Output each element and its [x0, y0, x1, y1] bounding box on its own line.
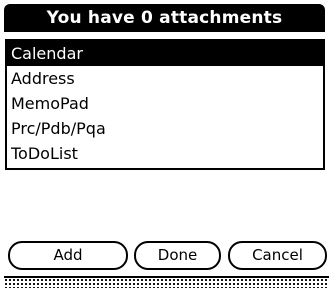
- list-item-address[interactable]: Address: [7, 66, 323, 91]
- list-item-prc-pdb-pqa[interactable]: Prc/Pdb/Pqa: [7, 116, 323, 141]
- cancel-button[interactable]: Cancel: [228, 241, 327, 270]
- add-button[interactable]: Add: [8, 241, 128, 270]
- attachment-app-list[interactable]: Calendar Address MemoPad Prc/Pdb/Pqa ToD…: [5, 39, 325, 170]
- done-button[interactable]: Done: [134, 241, 221, 270]
- button-row: Add Done Cancel: [4, 241, 329, 270]
- bottom-dotted-border: [4, 276, 329, 288]
- list-item-memopad[interactable]: MemoPad: [7, 91, 323, 116]
- dialog-title: You have 0 attachments: [4, 4, 325, 32]
- list-item-todolist[interactable]: ToDoList: [7, 141, 323, 166]
- list-item-calendar[interactable]: Calendar: [7, 41, 323, 66]
